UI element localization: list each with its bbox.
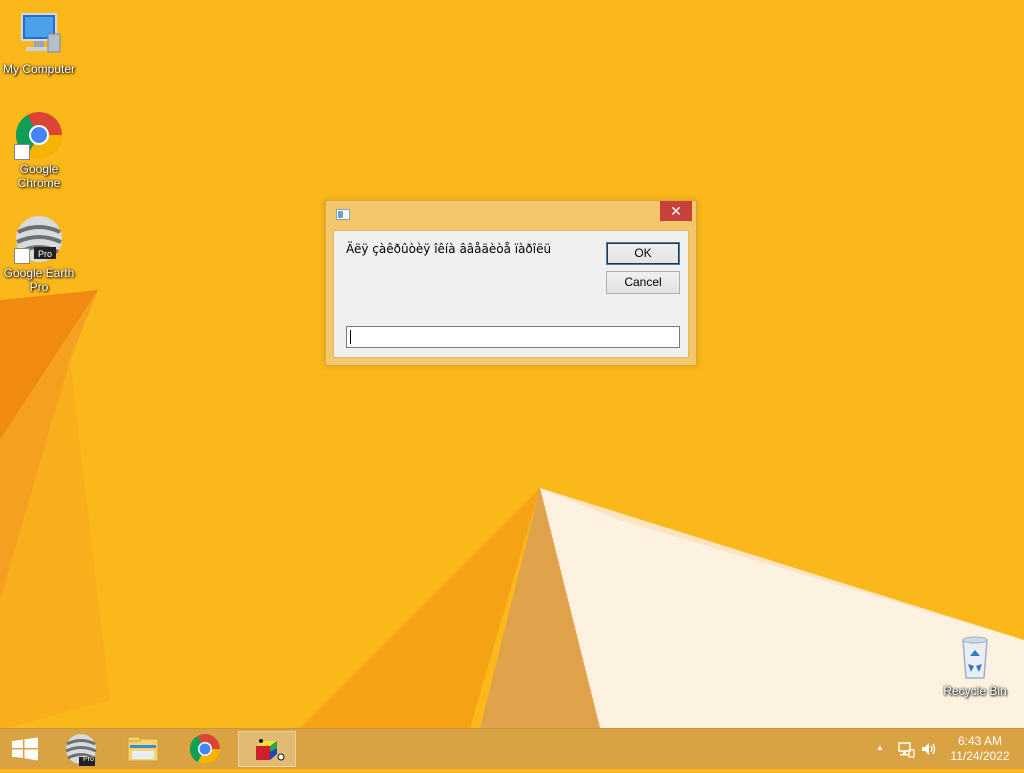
- chrome-icon: [14, 110, 64, 160]
- shortcut-arrow-icon: [14, 248, 30, 264]
- taskbar: Pro ▲ 6:43 AM 11/24/2022: [0, 728, 1024, 769]
- taskbar-google-earth-pro[interactable]: Pro: [52, 731, 110, 767]
- text-caret: [350, 330, 351, 344]
- cancel-button[interactable]: Cancel: [606, 271, 680, 294]
- desktop-icon-label: Google Earth Pro: [3, 266, 75, 294]
- desktop-icon-recycle-bin[interactable]: Recycle Bin: [936, 632, 1014, 698]
- pro-badge: Pro: [83, 756, 94, 763]
- desktop-icon-label: My Computer: [2, 62, 76, 76]
- dialog-body: Äëÿ çàêðûòèÿ îêíà ââåäèòå ïàðîëü OK Canc…: [333, 230, 689, 358]
- desktop-icon-label: Google Chrome: [17, 162, 61, 190]
- ok-button[interactable]: OK: [606, 242, 680, 265]
- volume-icon[interactable]: [920, 740, 938, 758]
- chrome-icon: [190, 734, 220, 765]
- window-icon: [336, 209, 350, 220]
- clock-time: 6:43 AM: [957, 734, 1003, 748]
- svg-text:Pro: Pro: [38, 249, 52, 259]
- close-button[interactable]: ✕: [660, 201, 692, 221]
- windows-logo-icon: [12, 737, 38, 761]
- password-dialog: ✕ Äëÿ çàêðûòèÿ îêíà ââåäèòå ïàðîëü OK Ca…: [325, 200, 697, 366]
- taskbar-clock[interactable]: 6:43 AM 11/24/2022: [940, 734, 1020, 764]
- start-button[interactable]: [0, 731, 50, 767]
- dialog-titlebar[interactable]: ✕: [326, 201, 696, 229]
- close-icon: ✕: [670, 203, 682, 219]
- taskbar-active-app[interactable]: [238, 731, 296, 767]
- system-tray: ▲: [870, 729, 940, 769]
- computer-icon: [14, 10, 64, 60]
- recycle-bin-icon: [950, 632, 1000, 682]
- desktop-icon-label: Recycle Bin: [943, 684, 1007, 698]
- taskbar-file-explorer[interactable]: [114, 731, 172, 767]
- show-hidden-icons-icon[interactable]: ▲: [876, 743, 884, 752]
- google-earth-icon: Pro: [14, 214, 64, 264]
- network-icon[interactable]: [897, 740, 915, 758]
- dialog-prompt: Äëÿ çàêðûòèÿ îêíà ââåäèòå ïàðîëü: [346, 242, 552, 256]
- clock-date: 11/24/2022: [950, 749, 1010, 763]
- password-input[interactable]: [346, 326, 680, 348]
- desktop-wallpaper: [0, 0, 1024, 768]
- folder-icon: [127, 736, 159, 762]
- cube-app-icon: [256, 739, 285, 761]
- desktop-icon-my-computer[interactable]: My Computer: [0, 10, 78, 76]
- google-earth-icon: [65, 734, 97, 766]
- desktop-icon-google-chrome[interactable]: Google Chrome: [0, 110, 78, 190]
- desktop-icon-google-earth-pro[interactable]: Pro Google Earth Pro: [0, 214, 78, 294]
- shortcut-arrow-icon: [14, 144, 30, 160]
- taskbar-google-chrome[interactable]: [176, 731, 234, 767]
